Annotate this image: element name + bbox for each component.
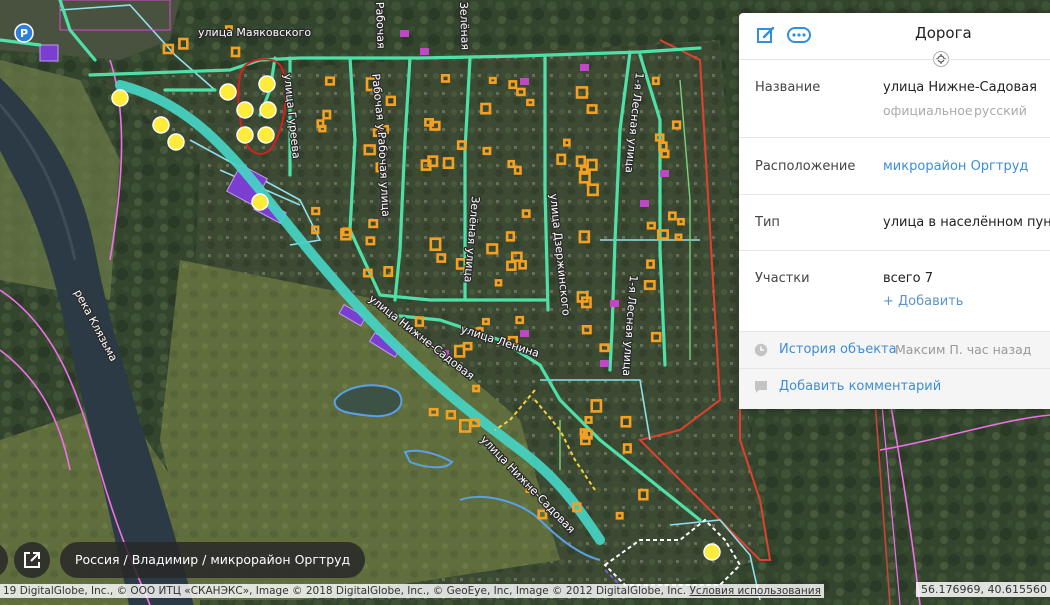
building-filled[interactable] [640, 200, 649, 207]
prop-label-location: Расположение [755, 159, 856, 174]
copyright-bar: 19 DigitalGlobe, Inc., © ООО ИТЦ «СКАНЭК… [0, 584, 824, 598]
poi-marker-icon[interactable] [257, 126, 275, 144]
prop-row-location: Расположение микрорайон Оргтруд [739, 137, 1050, 195]
history-link[interactable]: История объекта [779, 342, 897, 357]
poi-marker-icon[interactable] [251, 193, 269, 211]
prop-row-name: Название улица Нижне-Садовая официальное… [739, 59, 1050, 138]
building-filled[interactable] [420, 48, 429, 55]
street-label-zelenaya-top: Зелёная [457, 2, 472, 51]
clock-icon [754, 343, 768, 357]
poi-marker-icon[interactable] [111, 89, 129, 107]
location-link[interactable]: микрорайон Оргтруд [883, 159, 1028, 174]
poi-marker-icon[interactable] [258, 75, 276, 93]
prop-label-name: Название [755, 80, 821, 95]
more-icon[interactable] [786, 24, 812, 46]
building-filled[interactable] [580, 64, 589, 71]
object-panel: Дорога Название улица Нижне-Садовая офиц… [739, 13, 1050, 409]
terms-link[interactable]: Условия использования [690, 585, 821, 597]
poi-marker-icon[interactable] [152, 116, 170, 134]
street-label-rabochaya-3: Рабочая [373, 2, 388, 49]
name-tag-lang: русский [974, 103, 1027, 118]
copyright-text: 19 DigitalGlobe, Inc., © ООО ИТЦ «СКАНЭК… [3, 585, 687, 597]
prop-label-parcels: Участки [755, 271, 810, 286]
building-filled[interactable] [520, 78, 529, 85]
history-meta: Максим П. час назад [895, 342, 1032, 357]
history-row: История объекта Максим П. час назад [739, 331, 1050, 368]
poi-marker-icon[interactable] [703, 543, 721, 561]
prop-row-parcels: Участки всего 7 + Добавить [739, 250, 1050, 331]
map-editor: P улица Маяковского улица Гуреева Рабоча… [0, 0, 1050, 605]
add-parcel-button[interactable]: + Добавить [883, 294, 963, 309]
prop-label-type: Тип [755, 215, 780, 230]
comment-icon [755, 381, 767, 393]
poi-marker-icon[interactable] [219, 83, 237, 101]
coordinates-readout: 56.176969, 40.615560 [916, 582, 1050, 597]
comment-row: Добавить комментарий [739, 368, 1050, 409]
edit-icon[interactable] [755, 24, 777, 46]
street-label-mayakovskogo: улица Маяковского [198, 26, 311, 39]
poi-marker-icon[interactable] [236, 101, 254, 119]
prop-row-type: Тип улица в населённом пункте [739, 194, 1050, 251]
share-button[interactable] [14, 542, 50, 578]
poi-marker-icon[interactable] [236, 126, 254, 144]
building-filled[interactable] [610, 300, 619, 307]
building-filled[interactable] [660, 170, 669, 177]
breadcrumb[interactable]: Россия / Владимир / микрорайон Оргтруд [60, 542, 366, 578]
parking-label: P [20, 27, 28, 40]
add-comment-link[interactable]: Добавить комментарий [779, 379, 941, 394]
name-tag-official: официальное [883, 103, 973, 118]
prop-value-parcels: всего 7 [883, 271, 933, 286]
building-filled[interactable] [400, 30, 409, 37]
poi-marker-icon[interactable] [259, 101, 277, 119]
building-filled[interactable] [600, 360, 609, 367]
panel-header: Дорога [739, 13, 1050, 58]
prop-value-name[interactable]: улица Нижне-Садовая [883, 80, 1037, 95]
building-filled[interactable] [520, 330, 529, 337]
prop-value-type[interactable]: улица в населённом пункте [883, 215, 1050, 230]
external-link-icon [24, 552, 40, 568]
poi-marker-icon[interactable] [167, 133, 185, 151]
panel-title: Дорога [915, 24, 972, 42]
